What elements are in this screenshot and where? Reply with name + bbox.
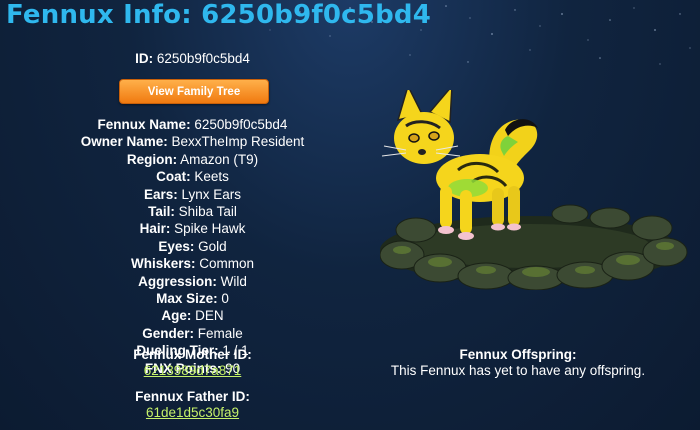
offspring-block: Fennux Offspring: This Fennux has yet to… xyxy=(358,347,678,379)
info-label: Owner Name: xyxy=(80,134,168,150)
father-block: Fennux Father ID: 61de1d5c30fa9 xyxy=(25,389,360,421)
info-label: Gender: xyxy=(142,325,194,341)
mother-id-link[interactable]: 6213989d7a871 xyxy=(144,363,242,378)
info-value: Lynx Ears xyxy=(181,186,242,202)
rock-ring-base xyxy=(380,204,688,290)
offspring-label: Fennux Offspring: xyxy=(459,347,577,362)
info-value: Female xyxy=(197,325,243,341)
info-row-whiskers: Whiskers: Common xyxy=(25,255,360,272)
info-label: Eyes: xyxy=(158,238,195,254)
info-label: Ears: xyxy=(143,186,178,202)
id-label: ID: xyxy=(135,51,154,66)
info-value: Amazon (T9) xyxy=(180,151,259,167)
info-row-tail: Tail: Shiba Tail xyxy=(25,203,360,220)
info-row-aggression: Aggression: Wild xyxy=(25,273,360,290)
info-label: Whiskers: xyxy=(130,256,196,272)
info-value: Common xyxy=(199,256,255,272)
info-value: Spike Hawk xyxy=(174,221,246,237)
offspring-text: This Fennux has yet to have any offsprin… xyxy=(390,363,646,378)
info-value: Gold xyxy=(198,238,227,254)
info-row-coat: Coat: Keets xyxy=(25,168,360,185)
info-value: Wild xyxy=(220,273,247,289)
info-label: Age: xyxy=(161,308,192,324)
info-value: DEN xyxy=(195,308,224,324)
info-row-gender: Gender: Female xyxy=(25,325,360,342)
father-id-label: Fennux Father ID: xyxy=(135,389,250,404)
info-row-age: Age: DEN xyxy=(25,307,360,324)
info-row-hair: Hair: Spike Hawk xyxy=(25,220,360,237)
father-id-link[interactable]: 61de1d5c30fa9 xyxy=(146,405,239,420)
info-value: Keets xyxy=(194,169,229,185)
info-row-eyes: Eyes: Gold xyxy=(25,238,360,255)
info-value: 0 xyxy=(221,291,229,307)
info-label: Region: xyxy=(126,151,178,167)
id-value: 6250b9f0c5bd4 xyxy=(156,51,250,66)
mother-block: Fennux Mother ID: 6213989d7a871 xyxy=(25,347,360,379)
info-row-region: Region: Amazon (T9) xyxy=(25,151,360,168)
info-value: Shiba Tail xyxy=(178,204,237,220)
info-row-fennux-name: Fennux Name: 6250b9f0c5bd4 xyxy=(25,116,360,133)
info-label: Aggression: xyxy=(138,273,217,289)
info-value: BexxTheImp Resident xyxy=(171,134,305,150)
info-value: 6250b9f0c5bd4 xyxy=(194,117,288,132)
fennux-info-list: Fennux Name: 6250b9f0c5bd4 Owner Name: B… xyxy=(25,116,360,377)
info-row-owner-name: Owner Name: BexxTheImp Resident xyxy=(25,133,360,150)
info-label: Tail: xyxy=(148,204,175,220)
info-row-max-size: Max Size: 0 xyxy=(25,290,360,307)
fennux-head xyxy=(381,90,461,164)
info-row-ears: Ears: Lynx Ears xyxy=(25,186,360,203)
mother-id-label: Fennux Mother ID: xyxy=(133,347,252,362)
info-label: Max Size: xyxy=(156,291,218,307)
page-title: Fennux Info: 6250b9f0c5bd4 xyxy=(6,0,431,30)
id-line: ID: 6250b9f0c5bd4 xyxy=(25,51,360,66)
fennux-portrait-image xyxy=(380,90,688,290)
info-label: Fennux Name: xyxy=(97,117,191,132)
info-label: Hair: xyxy=(139,221,171,237)
view-family-tree-button[interactable]: View Family Tree xyxy=(119,79,269,104)
info-label: Coat: xyxy=(156,169,191,185)
